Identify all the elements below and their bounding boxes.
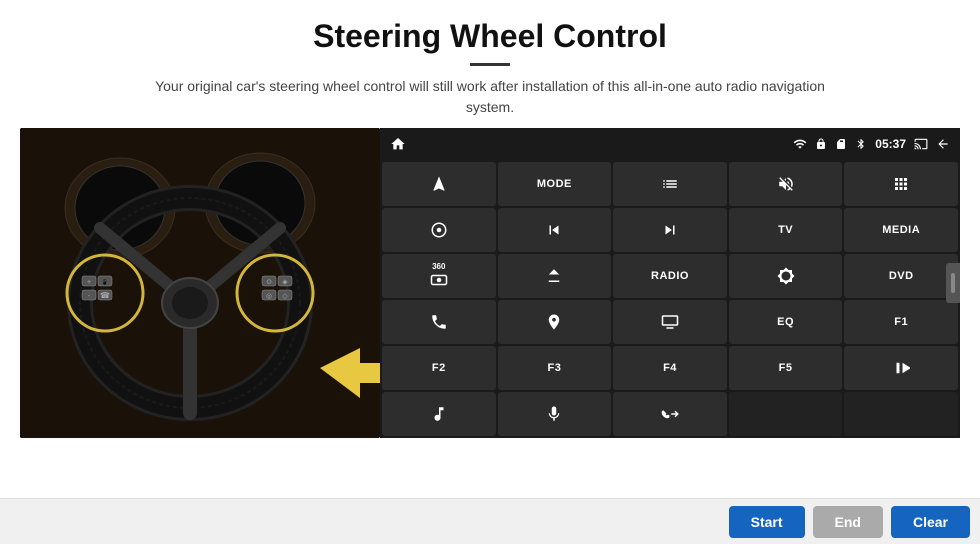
home-icon <box>390 136 406 152</box>
svg-text:◎: ◎ <box>266 293 272 300</box>
rb-f1[interactable]: F1 <box>844 300 958 344</box>
rb-dvd[interactable]: DVD <box>844 254 958 298</box>
rb-f2[interactable]: F2 <box>382 346 496 390</box>
svg-text:📱: 📱 <box>101 278 108 286</box>
rb-play-pause[interactable] <box>844 346 958 390</box>
scroll-handle-inner <box>951 273 955 293</box>
rb-360cam[interactable]: 360 <box>382 254 496 298</box>
radio-statusbar: 05:37 <box>380 128 960 160</box>
cast-icon <box>914 137 928 151</box>
rb-f4[interactable]: F4 <box>613 346 727 390</box>
rb-mode[interactable]: MODE <box>498 162 612 206</box>
rb-brightness[interactable] <box>729 254 843 298</box>
rb-navigate[interactable] <box>382 162 496 206</box>
header-section: Steering Wheel Control Your original car… <box>0 0 980 128</box>
sd-card-icon <box>835 138 847 150</box>
clear-button[interactable]: Clear <box>891 506 970 538</box>
svg-text:⊙: ⊙ <box>266 279 272 286</box>
statusbar-left <box>390 136 406 152</box>
rb-media[interactable]: MEDIA <box>844 208 958 252</box>
rb-music[interactable] <box>382 392 496 436</box>
start-button[interactable]: Start <box>729 506 805 538</box>
status-time: 05:37 <box>875 137 906 151</box>
rb-f3[interactable]: F3 <box>498 346 612 390</box>
svg-text:◇: ◇ <box>282 293 288 300</box>
rb-screen-mirror[interactable] <box>613 300 727 344</box>
svg-text:+: + <box>87 279 91 286</box>
title-divider <box>470 63 510 66</box>
wifi-icon <box>793 137 807 151</box>
svg-text:☎: ☎ <box>100 291 110 300</box>
page-title: Steering Wheel Control <box>40 18 940 55</box>
rb-next[interactable] <box>613 208 727 252</box>
svg-text:◈: ◈ <box>282 279 288 286</box>
back-icon <box>936 137 950 151</box>
rb-mic[interactable] <box>498 392 612 436</box>
rb-phone[interactable] <box>382 300 496 344</box>
rb-f5[interactable]: F5 <box>729 346 843 390</box>
end-button[interactable]: End <box>813 506 883 538</box>
rb-list[interactable] <box>613 162 727 206</box>
rb-eject[interactable] <box>498 254 612 298</box>
radio-buttons-grid: MODE TV <box>380 160 960 438</box>
rb-apps[interactable] <box>844 162 958 206</box>
subtitle-text: Your original car's steering wheel contr… <box>150 76 830 118</box>
rb-eq[interactable]: EQ <box>729 300 843 344</box>
rb-call[interactable] <box>613 392 727 436</box>
rb-tv[interactable]: TV <box>729 208 843 252</box>
rb-radio[interactable]: RADIO <box>613 254 727 298</box>
rb-prev[interactable] <box>498 208 612 252</box>
page-container: Steering Wheel Control Your original car… <box>0 0 980 544</box>
lock-icon <box>815 138 827 150</box>
steering-wheel-image: + - 📱 ☎ ⊙ ◈ ◎ ◇ <box>20 128 380 438</box>
scroll-handle[interactable] <box>946 263 960 303</box>
bluetooth-icon <box>855 138 867 150</box>
bottom-bar: Start End Clear <box>0 498 980 544</box>
statusbar-right: 05:37 <box>793 137 950 151</box>
rb-empty-1[interactable] <box>729 392 843 436</box>
content-section: + - 📱 ☎ ⊙ ◈ ◎ ◇ <box>0 128 980 498</box>
rb-vol-mute[interactable] <box>729 162 843 206</box>
radio-panel: 05:37 MODE <box>380 128 960 438</box>
rb-settings[interactable] <box>382 208 496 252</box>
rb-navigation[interactable] <box>498 300 612 344</box>
rb-empty-2[interactable] <box>844 392 958 436</box>
